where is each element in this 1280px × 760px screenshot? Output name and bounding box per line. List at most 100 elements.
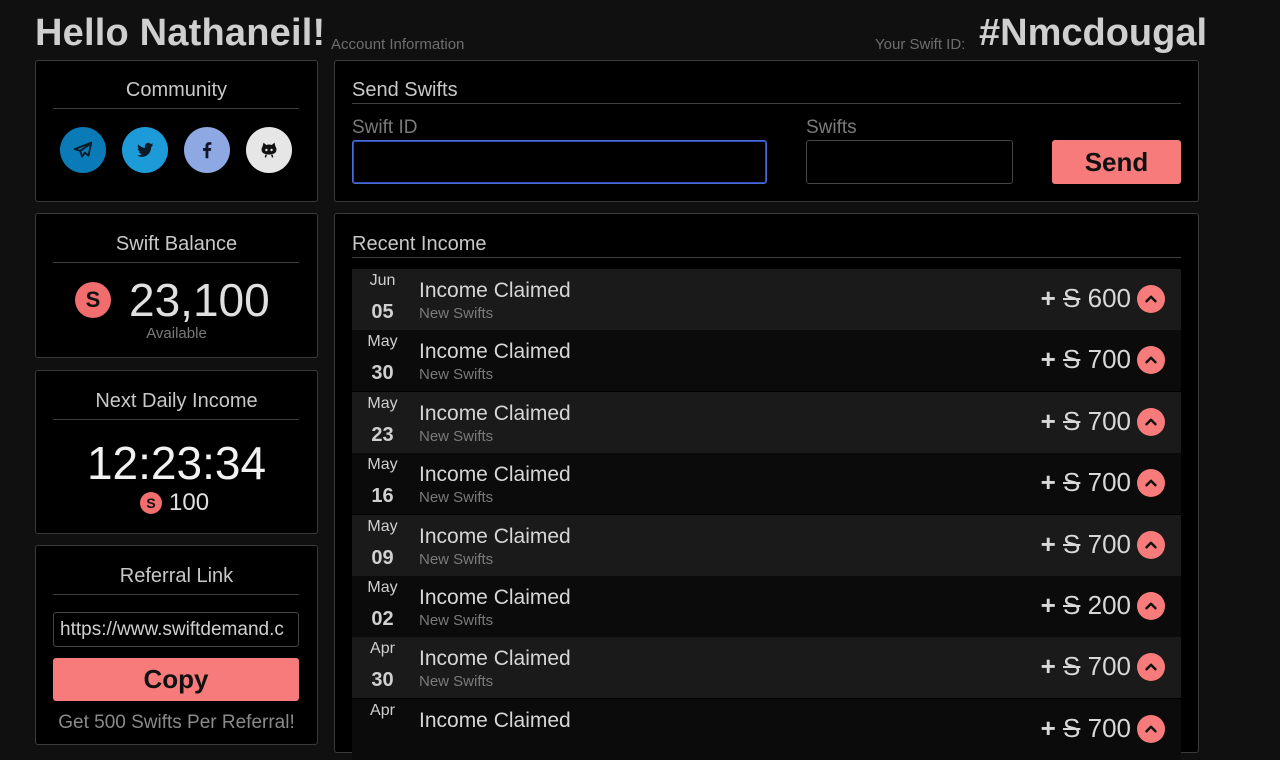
send-button[interactable]: Send [1052, 140, 1181, 184]
income-row: May 23 Income Claimed New Swifts + S 700 [352, 392, 1181, 453]
income-title: Income Claimed [419, 340, 571, 363]
income-amount-value: 700 [1087, 406, 1131, 436]
income-month: May [367, 456, 398, 473]
daily-income-timer: 12:23:34 [86, 437, 267, 489]
income-title: Income Claimed [419, 647, 571, 670]
chevron-up-icon[interactable] [1137, 346, 1165, 374]
swifts-amount-input[interactable] [806, 140, 1013, 184]
income-amount: + S 700 [1041, 344, 1131, 375]
income-month: May [367, 518, 398, 535]
community-title: Community [125, 79, 228, 101]
income-row: Jun 05 Income Claimed New Swifts + S 600 [352, 269, 1181, 330]
income-title: Income Claimed [419, 279, 571, 302]
referral-link-divider [53, 594, 299, 595]
income-title: Income Claimed [419, 402, 571, 425]
income-month: Apr [370, 640, 395, 657]
next-daily-income-divider [53, 419, 299, 420]
community-divider [53, 108, 299, 109]
income-amount: + S 600 [1041, 283, 1131, 314]
swift-currency-symbol: S [1063, 344, 1081, 374]
income-month: May [367, 395, 398, 412]
chevron-up-icon[interactable] [1137, 715, 1165, 743]
chevron-up-icon[interactable] [1137, 469, 1165, 497]
recent-income-divider [352, 257, 1181, 258]
income-amount: + S 700 [1041, 651, 1131, 682]
income-subtitle: New Swifts [419, 428, 494, 445]
income-subtitle: New Swifts [419, 673, 494, 690]
swift-id-field-label: Swift ID [352, 117, 418, 138]
plus-sign: + [1040, 590, 1056, 620]
facebook-icon[interactable] [184, 127, 230, 173]
greeting-heading: Hello Nathaneil! [35, 12, 326, 54]
swift-currency-icon: S [75, 282, 111, 318]
swift-currency-symbol: S [1063, 529, 1081, 559]
swifts-field-label: Swifts [806, 117, 857, 138]
income-amount-value: 600 [1087, 283, 1131, 313]
income-title: Income Claimed [419, 586, 571, 609]
income-row: May 30 Income Claimed New Swifts + S 700 [352, 330, 1181, 391]
send-swifts-divider [352, 103, 1181, 104]
income-amount-value: 700 [1087, 344, 1131, 374]
income-row: Apr 30 Income Claimed New Swifts + S 700 [352, 637, 1181, 698]
plus-sign: + [1040, 283, 1056, 313]
income-subtitle: New Swifts [419, 366, 494, 383]
income-row: May 09 Income Claimed New Swifts + S 700 [352, 515, 1181, 576]
swift-currency-symbol: S [1063, 406, 1081, 436]
income-title: Income Claimed [419, 525, 571, 548]
income-day: 16 [371, 485, 394, 507]
income-amount: + S 700 [1041, 406, 1131, 437]
income-title: Income Claimed [419, 709, 571, 732]
github-icon[interactable] [246, 127, 292, 173]
referral-link-input[interactable] [53, 612, 299, 647]
income-amount-value: 700 [1087, 713, 1131, 743]
account-information-link[interactable]: Account Information [331, 36, 464, 53]
income-month: Jun [369, 272, 396, 289]
income-day: 05 [371, 301, 394, 323]
income-amount: + S 700 [1041, 467, 1131, 498]
chevron-up-icon[interactable] [1137, 592, 1165, 620]
send-swifts-title: Send Swifts [352, 79, 458, 101]
plus-sign: + [1040, 529, 1056, 559]
copy-referral-button[interactable]: Copy [53, 658, 299, 701]
income-day: 23 [371, 424, 394, 446]
swift-currency-symbol: S [1063, 651, 1081, 681]
chevron-up-icon[interactable] [1137, 653, 1165, 681]
income-month: May [367, 333, 398, 350]
swift-currency-symbol: S [1063, 590, 1081, 620]
income-amount-value: 700 [1087, 529, 1131, 559]
swift-balance-caption: Available [146, 325, 207, 342]
income-month: Apr [370, 702, 395, 719]
plus-sign: + [1040, 406, 1056, 436]
swift-balance-divider [53, 262, 299, 263]
plus-sign: + [1040, 651, 1056, 681]
income-month: May [367, 579, 398, 596]
income-subtitle: New Swifts [419, 551, 494, 568]
income-amount: + S 700 [1041, 529, 1131, 560]
plus-sign: + [1040, 713, 1056, 743]
referral-note: Get 500 Swifts Per Referral! [58, 712, 295, 733]
income-amount: + S 200 [1041, 590, 1131, 621]
twitter-icon[interactable] [122, 127, 168, 173]
income-amount-value: 700 [1087, 467, 1131, 497]
swift-currency-symbol: S [1063, 713, 1081, 743]
swift-currency-symbol: S [1063, 467, 1081, 497]
income-amount-value: 200 [1087, 590, 1131, 620]
swift-balance-amount: 23,100 [129, 274, 270, 326]
swift-currency-symbol: S [1063, 283, 1081, 313]
chevron-up-icon[interactable] [1137, 408, 1165, 436]
income-row: May 02 Income Claimed New Swifts + S 200 [352, 576, 1181, 637]
chevron-up-icon[interactable] [1137, 531, 1165, 559]
next-daily-income-title: Next Daily Income [95, 390, 258, 412]
chevron-up-icon[interactable] [1137, 285, 1165, 313]
swift-id-value: #Nmcdougal [979, 12, 1208, 54]
income-day: 30 [371, 362, 394, 384]
daily-income-amount: 100 [169, 489, 210, 516]
swift-currency-icon: S [140, 492, 162, 514]
income-subtitle: New Swifts [419, 305, 494, 322]
recent-income-title: Recent Income [352, 233, 487, 255]
swift-id-input[interactable] [352, 140, 767, 184]
swift-id-label: Your Swift ID: [875, 36, 966, 53]
telegram-icon[interactable] [60, 127, 106, 173]
income-title: Income Claimed [419, 463, 571, 486]
income-row: Apr Income Claimed + S 700 [352, 699, 1181, 760]
